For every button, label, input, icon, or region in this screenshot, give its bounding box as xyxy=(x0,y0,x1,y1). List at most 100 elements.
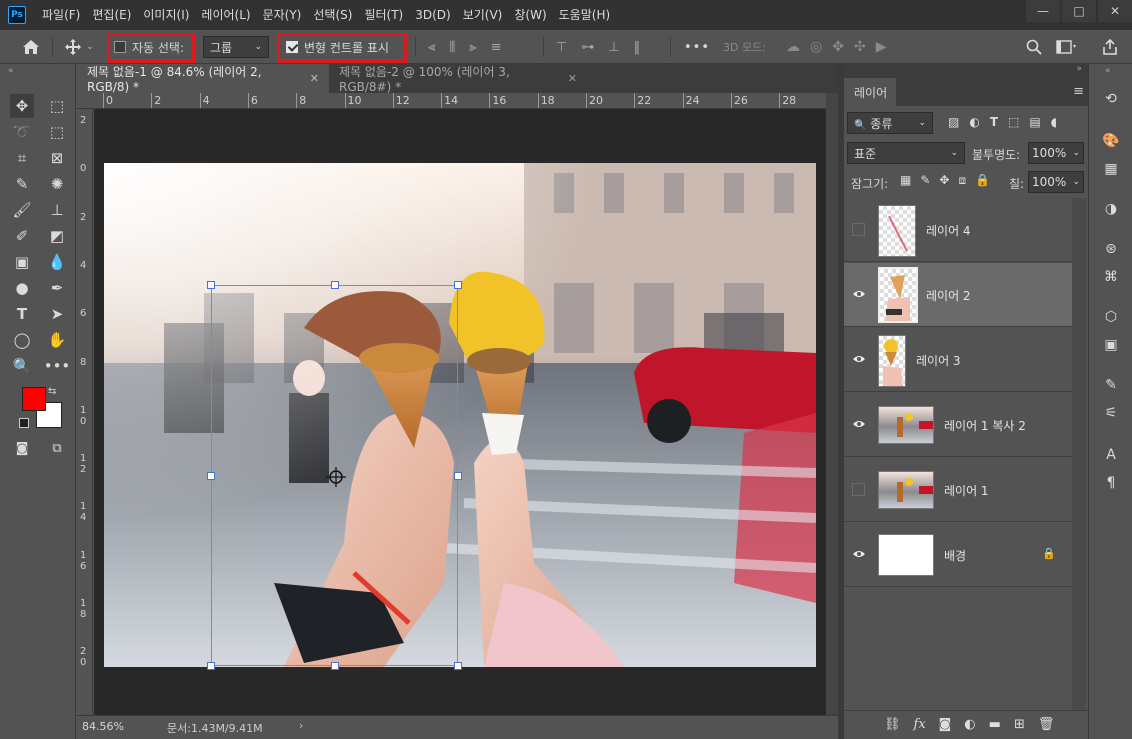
align-bottom-icon[interactable]: ⊥ xyxy=(608,40,619,55)
3d-orbit-icon[interactable]: ☁ xyxy=(786,39,800,55)
eye-icon[interactable] xyxy=(852,354,866,364)
tab-document-2[interactable]: 제목 없음-2 @ 100% (레이어 3, RGB/8#) * ✕ xyxy=(329,64,587,94)
layer-row[interactable]: 레이어 1 복사 2 xyxy=(844,393,1072,457)
3d-panel-icon[interactable]: ⬡ xyxy=(1099,306,1123,328)
paragraph-panel-icon[interactable]: ¶ xyxy=(1099,472,1123,494)
align-middle-icon[interactable]: ⊶ xyxy=(581,40,594,55)
swap-colors-icon[interactable]: ⇆ xyxy=(48,386,56,397)
transform-handle[interactable] xyxy=(454,472,462,480)
transform-handle[interactable] xyxy=(454,662,462,670)
more-tools-icon[interactable]: ••• xyxy=(44,354,71,378)
brushes-panel-icon[interactable]: ✎ xyxy=(1099,374,1123,396)
align-left-icon[interactable]: ⫷ xyxy=(428,40,435,55)
history-brush-icon[interactable]: ✐ xyxy=(10,224,34,248)
3d-pan-icon[interactable]: ✥ xyxy=(832,39,844,55)
frame-tool-icon[interactable]: ⊠ xyxy=(45,146,69,170)
fx-icon[interactable]: fx xyxy=(914,717,926,732)
object-select-icon[interactable]: ⬚ xyxy=(45,120,69,144)
menu-item[interactable]: 필터(T) xyxy=(358,0,409,30)
visibility-off-icon[interactable] xyxy=(852,223,865,236)
vertical-scrollbar[interactable] xyxy=(826,93,838,715)
workspace-icon[interactable] xyxy=(1056,30,1078,64)
paths-panel-icon[interactable]: ⌘ xyxy=(1099,266,1123,288)
path-select-icon[interactable]: ➤ xyxy=(45,302,69,326)
show-transform-checkbox[interactable]: 변형 컨트롤 표시 xyxy=(286,30,389,64)
crop-tool-icon[interactable]: ⌗ xyxy=(10,146,34,170)
eye-icon[interactable] xyxy=(852,419,866,429)
maximize-button[interactable]: □ xyxy=(1062,0,1096,22)
eye-icon[interactable] xyxy=(852,289,866,299)
move-tool-icon[interactable]: ✥ xyxy=(10,94,34,118)
layer-name[interactable]: 배경 xyxy=(944,547,966,564)
screen-mode-icon[interactable]: ⧉ xyxy=(45,436,69,460)
move-tool-icon[interactable]: ⌄ xyxy=(64,30,94,64)
layers-scrollbar[interactable] xyxy=(1072,198,1086,710)
marquee-tool-icon[interactable]: ⬚ xyxy=(45,94,69,118)
distribute-vertical-icon[interactable]: ‖ xyxy=(634,40,641,55)
color-panel-icon[interactable]: 🎨 xyxy=(1099,130,1123,152)
lock-transparent-icon[interactable]: ▦ xyxy=(900,173,911,188)
lasso-tool-icon[interactable]: ➰ xyxy=(10,120,34,144)
history-panel-icon[interactable]: ⟲ xyxy=(1099,88,1123,110)
show-transform-check-icon[interactable] xyxy=(286,41,298,53)
foreground-color-swatch[interactable] xyxy=(22,387,46,411)
reference-point-icon[interactable] xyxy=(326,467,346,490)
menu-item[interactable]: 보기(V) xyxy=(457,0,509,30)
transform-handle[interactable] xyxy=(331,281,339,289)
filter-pixel-icon[interactable]: ▨ xyxy=(948,115,959,129)
quick-mask-icon[interactable]: ◙ xyxy=(10,436,34,460)
channels-panel-icon[interactable]: ⊛ xyxy=(1099,238,1123,260)
eraser-tool-icon[interactable]: ◩ xyxy=(45,224,69,248)
tab-document-1[interactable]: 제목 없음-1 @ 84.6% (레이어 2, RGB/8) * ✕ xyxy=(77,64,329,94)
mask-icon[interactable]: ◙ xyxy=(939,717,952,732)
menu-item[interactable]: 선택(S) xyxy=(307,0,358,30)
eye-icon[interactable] xyxy=(852,549,866,559)
layer-row-selected[interactable]: 레이어 2 xyxy=(844,263,1072,327)
adjustment-icon[interactable]: ◐ xyxy=(964,717,975,732)
3d-camera-icon[interactable]: ▶ xyxy=(876,39,887,55)
menu-item[interactable]: 이미지(I) xyxy=(137,0,195,30)
brush-tool-icon[interactable]: 🖌 xyxy=(10,198,34,222)
hand-tool-icon[interactable]: ✋ xyxy=(45,328,69,352)
layer-filter-dropdown[interactable]: 🔍 종류 ⌄ xyxy=(847,112,933,134)
filter-shape-icon[interactable]: ⬚ xyxy=(1008,115,1019,129)
collapse-icon[interactable]: « xyxy=(8,66,14,76)
default-colors-icon[interactable] xyxy=(19,418,29,428)
share-icon[interactable] xyxy=(1102,30,1118,64)
filter-smart-object-icon[interactable]: ▤ xyxy=(1029,115,1040,129)
menu-item[interactable]: 창(W) xyxy=(508,0,552,30)
menu-item[interactable]: 3D(D) xyxy=(409,0,456,30)
layer-name[interactable]: 레이어 1 xyxy=(944,482,989,499)
swatches-panel-icon[interactable]: ▦ xyxy=(1099,158,1123,180)
character-panel-icon[interactable]: A xyxy=(1099,444,1123,466)
brush-settings-icon[interactable]: ⚟ xyxy=(1099,402,1123,424)
align-center-icon[interactable]: ⫼ xyxy=(449,40,455,55)
expand-icon[interactable]: » xyxy=(1076,64,1082,74)
auto-select-check-icon[interactable] xyxy=(114,41,126,53)
new-layer-icon[interactable]: ⊞ xyxy=(1014,717,1025,732)
distribute-horizontal-icon[interactable]: ≡ xyxy=(491,40,502,55)
ellipse-tool-icon[interactable]: ◯ xyxy=(10,328,34,352)
layer-row[interactable]: 레이어 4 xyxy=(844,198,1072,262)
opacity-input[interactable]: 100% ⌄ xyxy=(1028,142,1084,164)
status-menu-arrow[interactable]: › xyxy=(299,719,303,732)
gradient-tool-icon[interactable]: ▣ xyxy=(10,250,34,274)
dodge-tool-icon[interactable]: ● xyxy=(10,276,34,300)
close-icon[interactable]: ✕ xyxy=(568,72,577,85)
menu-item[interactable]: 파일(F) xyxy=(36,0,86,30)
blur-tool-icon[interactable]: 💧 xyxy=(45,250,69,274)
zoom-level[interactable]: 84.56% xyxy=(82,720,124,733)
layer-row[interactable]: 레이어 1 xyxy=(844,458,1072,522)
lock-all-icon[interactable]: 🔒 xyxy=(975,173,990,188)
menu-item[interactable]: 문자(Y) xyxy=(257,0,308,30)
transform-handle[interactable] xyxy=(331,662,339,670)
layer-name[interactable]: 레이어 3 xyxy=(916,352,961,369)
close-window-button[interactable]: ✕ xyxy=(1098,0,1132,22)
close-icon[interactable]: ✕ xyxy=(310,72,319,85)
menu-item[interactable]: 편집(E) xyxy=(86,0,137,30)
panel-menu-icon[interactable]: ≡ xyxy=(1073,84,1084,99)
visibility-off-icon[interactable] xyxy=(852,483,865,496)
auto-select-checkbox[interactable]: 자동 선택: xyxy=(114,30,184,64)
home-icon[interactable] xyxy=(22,30,40,64)
transform-handle[interactable] xyxy=(454,281,462,289)
